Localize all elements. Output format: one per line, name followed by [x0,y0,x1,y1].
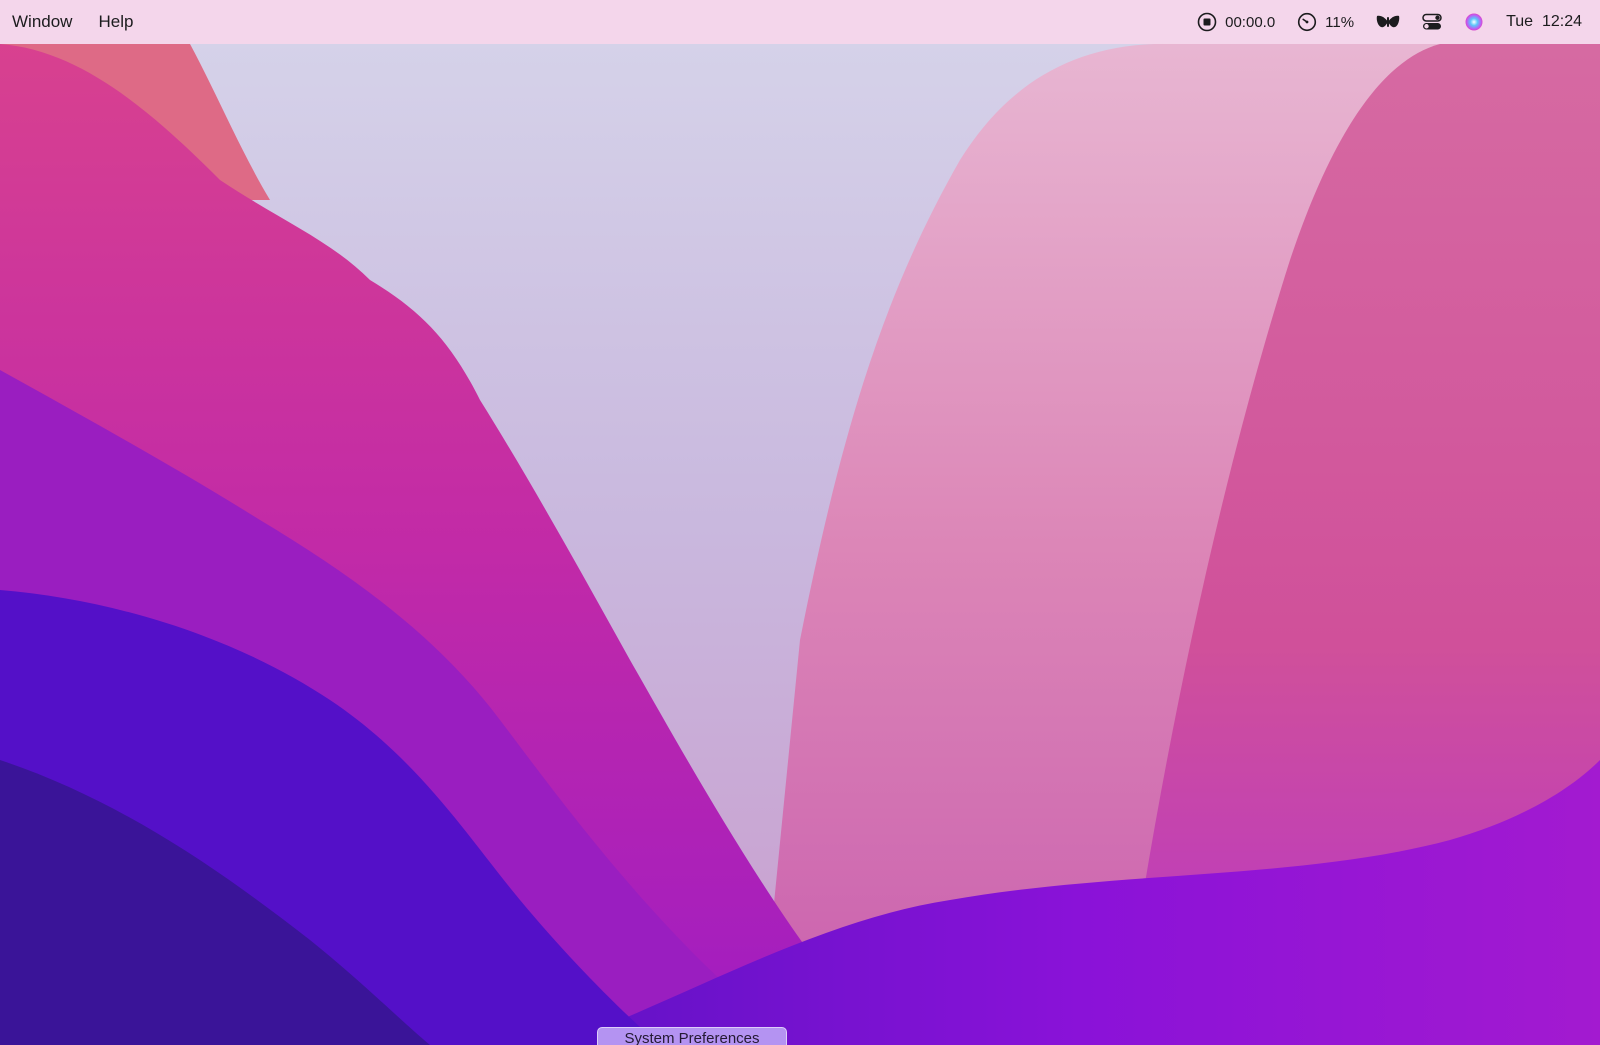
gauge-icon [1297,12,1317,32]
screen-recorder-status[interactable]: 00:00.0 [1197,12,1275,32]
recorder-time: 00:00.0 [1225,13,1276,31]
desktop: Window Help 00:00.0 11% Tue 12:24 System… [0,0,1600,1045]
menu-bar-right: 00:00.0 11% Tue 12:24 [1175,12,1582,32]
siri-icon [1464,12,1484,32]
butterfly-status[interactable] [1376,14,1400,30]
control-center-icon [1422,13,1442,31]
clock-text: Tue 12:24 [1506,13,1582,30]
dock-tooltip: System Preferences [597,1027,787,1045]
butterfly-icon [1376,14,1400,30]
wallpaper [0,0,1600,1045]
battery-percent: 11% [1325,13,1355,31]
control-center-status[interactable] [1422,13,1442,31]
menu-bar: Window Help 00:00.0 11% Tue 12:24 [0,0,1600,44]
menu-window[interactable]: Window [12,12,72,32]
record-stop-icon [1197,12,1217,32]
siri-status[interactable] [1464,12,1484,32]
menu-help[interactable]: Help [98,12,133,32]
menu-bar-left: Window Help [12,12,159,32]
clock[interactable]: Tue 12:24 [1506,13,1582,31]
battery-status[interactable]: 11% [1297,12,1354,32]
